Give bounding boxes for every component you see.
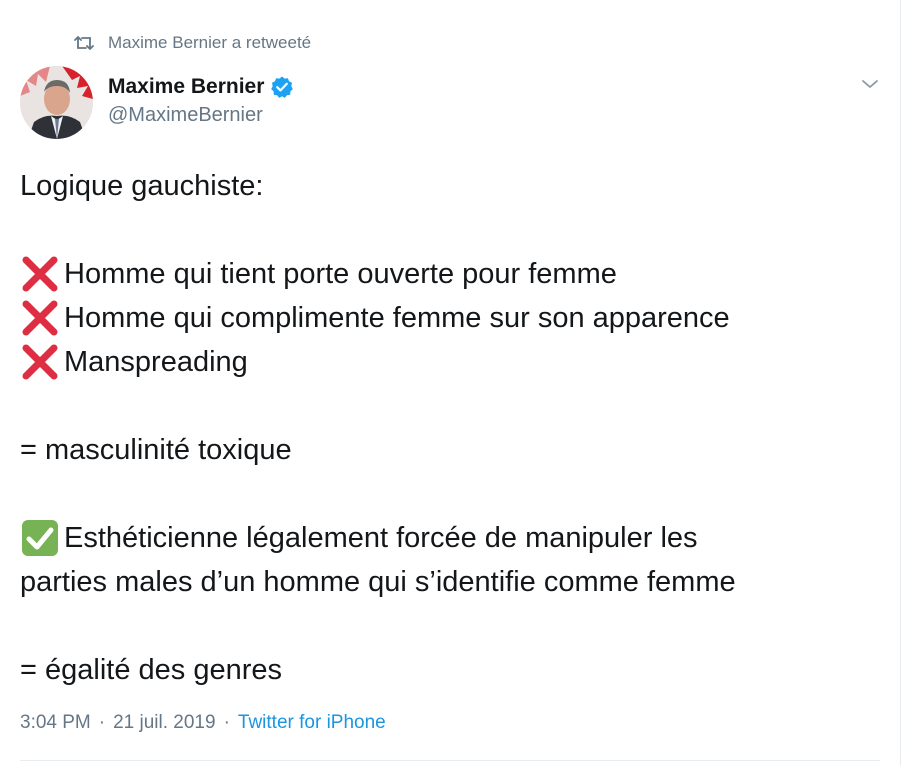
tweet-line: = masculinité toxique — [20, 434, 292, 466]
retweet-banner: Maxime Bernier a retweeté — [74, 30, 311, 56]
tweet-line: Homme qui tient porte ouverte pour femme — [20, 252, 890, 296]
verified-badge-icon — [270, 75, 294, 99]
tweet-line: Manspreading — [20, 340, 890, 384]
author-handle[interactable]: @MaximeBernier — [108, 104, 294, 127]
meta-separator: · — [98, 712, 106, 733]
tweet-line: Homme qui complimente femme sur son appa… — [20, 296, 890, 340]
retweet-icon — [74, 35, 94, 51]
tweet-text: Logique gauchiste: Homme qui tient porte… — [20, 164, 890, 692]
check-mark-icon — [20, 518, 64, 558]
tweet-source-link[interactable]: Twitter for iPhone — [238, 712, 386, 734]
cross-mark-icon — [20, 298, 64, 338]
tweet-line: Logique gauchiste: — [20, 170, 264, 202]
chevron-down-icon[interactable] — [858, 72, 882, 96]
tweet-date[interactable]: 21 juil. 2019 — [113, 712, 215, 734]
meta-separator: · — [223, 712, 230, 733]
divider — [20, 760, 880, 761]
cross-mark-icon — [20, 342, 64, 382]
cross-mark-icon — [20, 254, 64, 294]
tweet-line: parties males d’un homme qui s’identifie… — [20, 566, 736, 598]
author-display-name[interactable]: Maxime Bernier — [108, 75, 264, 99]
tweet-line: = égalité des genres — [20, 654, 282, 686]
author-block: Maxime Bernier @MaximeBernier — [108, 72, 294, 127]
tweet-card: Maxime Bernier a retweeté Maxime Bernier… — [0, 0, 901, 766]
retweet-banner-text[interactable]: Maxime Bernier a retweeté — [108, 33, 311, 53]
tweet-meta: 3:04 PM · 21 juil. 2019 · Twitter for iP… — [20, 712, 386, 734]
tweet-line: Esthéticienne légalement forcée de manip… — [20, 516, 890, 560]
tweet-time[interactable]: 3:04 PM — [20, 712, 91, 734]
avatar[interactable] — [20, 66, 93, 139]
